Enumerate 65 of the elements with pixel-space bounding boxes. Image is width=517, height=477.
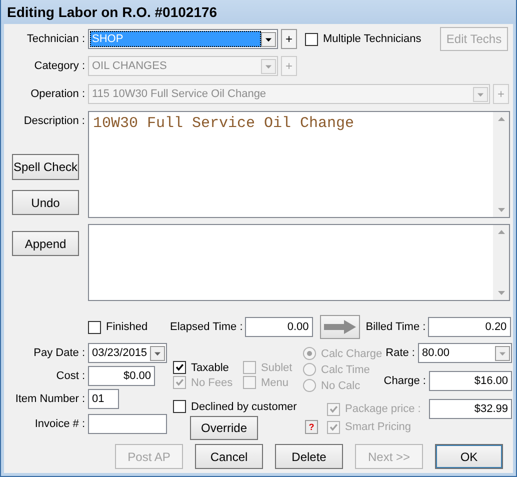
category-label: Category : [33, 60, 85, 72]
checkbox[interactable] [173, 361, 186, 374]
checkbox-label: Menu [261, 376, 289, 388]
scroll-down-icon[interactable] [496, 290, 506, 296]
description-text: 10W30 Full Service Oil Change [92, 114, 356, 134]
notes-field[interactable] [88, 224, 510, 301]
checkbox-label: Taxable [191, 362, 229, 374]
radio-button[interactable] [303, 347, 316, 360]
technician-value: SHOP [90, 31, 261, 47]
radio-button[interactable] [303, 379, 316, 392]
category-value: OIL CHANGES [91, 59, 168, 74]
elapsed-time-label: Elapsed Time : [170, 321, 243, 333]
description-label: Description : [22, 115, 85, 127]
override-button[interactable]: Override [190, 416, 258, 440]
item-number-label: Item Number : [14, 393, 85, 405]
cost-label: Cost : [55, 370, 85, 382]
item-number-field[interactable]: 01 [88, 389, 119, 409]
invoice-label: Invoice # : [34, 418, 85, 430]
help-button[interactable]: ? [305, 420, 318, 434]
cost-field[interactable]: $0.00 [88, 366, 155, 386]
radio-label: Calc Time [321, 364, 370, 376]
invoice-field[interactable] [88, 414, 167, 434]
rate-value: 80.00 [421, 346, 451, 361]
checkbox[interactable] [173, 400, 186, 413]
scroll-up-icon[interactable] [496, 116, 506, 122]
transfer-button[interactable] [320, 315, 360, 339]
pay-date-value: 03/23/2015 [91, 346, 148, 361]
right-arrow-icon [322, 319, 357, 335]
checkbox-label: Multiple Technicians [323, 33, 422, 45]
rate-dropdown[interactable]: 80.00 [418, 343, 512, 363]
description-field[interactable]: 10W30 Full Service Oil Change [88, 111, 510, 218]
window-title: Editing Labor on R.O. #0102176 [7, 4, 218, 20]
charge-label: Charge : [384, 375, 426, 387]
append-button[interactable]: Append [12, 231, 79, 256]
pay-date-dropdown[interactable]: 03/23/2015 [88, 343, 167, 363]
charge-field[interactable]: $16.00 [429, 371, 512, 391]
radio-button[interactable] [303, 363, 316, 376]
rate-label: Rate : [386, 347, 415, 359]
scroll-up-icon[interactable] [496, 229, 506, 235]
operation-value: 115 10W30 Full Service Oil Change [91, 87, 268, 102]
side-button[interactable]: Undo [12, 190, 79, 215]
pay-date-label: Pay Date : [32, 347, 85, 359]
scroll-down-icon[interactable] [496, 207, 506, 213]
checkbox[interactable] [88, 320, 101, 334]
checkbox-label: No Fees [191, 376, 233, 388]
checkbox-label: Package price : [345, 403, 421, 415]
billed-time-field[interactable]: 0.20 [428, 317, 511, 337]
checkbox-label: Smart Pricing [345, 421, 412, 433]
checkbox-label: Finished [106, 321, 148, 333]
checkbox[interactable] [305, 32, 318, 46]
technician-label: Technician : [26, 33, 85, 45]
radio-label: No Calc [321, 380, 360, 392]
side-button[interactable]: Spell Check [12, 154, 79, 180]
operation-label: Operation : [30, 88, 85, 100]
elapsed-time-field[interactable]: 0.00 [244, 317, 313, 337]
dialog-button[interactable]: Cancel [195, 444, 263, 469]
radio-label: Calc Charge [321, 348, 382, 360]
dialog-button[interactable]: OK [435, 444, 503, 469]
add-button[interactable]: + [281, 29, 297, 49]
checkbox-label: Sublet [261, 362, 292, 374]
scrollbar[interactable] [493, 225, 509, 300]
billed-time-label: Billed Time : [366, 321, 426, 333]
scrollbar[interactable] [493, 112, 509, 217]
checkbox-label: Declined by customer [191, 400, 297, 412]
dialog-button[interactable]: Delete [275, 444, 343, 469]
